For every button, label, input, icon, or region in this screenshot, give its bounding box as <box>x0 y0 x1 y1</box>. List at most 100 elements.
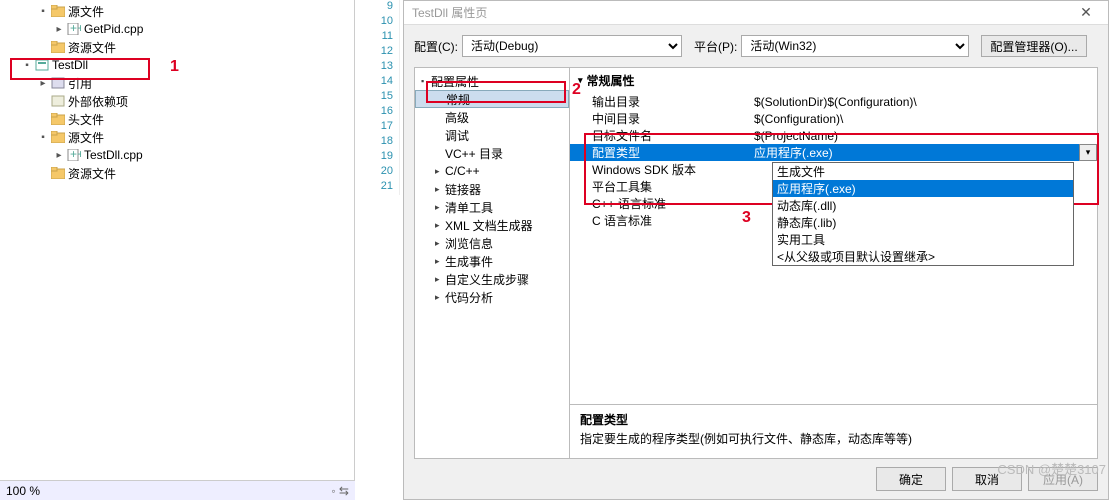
config-bar: 配置(C): 活动(Debug) 平台(P): 活动(Win32) 配置管理器(… <box>404 25 1108 67</box>
dropdown-option[interactable]: 实用工具 <box>773 231 1073 248</box>
desc-text: 指定要生成的程序类型(例如可执行文件、静态库，动态库等等) <box>580 430 1087 447</box>
section-header: ▾ 常规属性 <box>570 68 1097 93</box>
ext-icon <box>50 94 66 108</box>
tree-label: 源文件 <box>68 3 104 20</box>
config-select[interactable]: 活动(Debug) <box>462 35 682 57</box>
tree-node[interactable]: 资源文件 <box>0 164 354 182</box>
dropdown-option[interactable]: <从父级或项目默认设置继承> <box>773 248 1073 265</box>
ok-button[interactable]: 确定 <box>876 467 946 491</box>
annotation-2: 2 <box>572 81 581 99</box>
nav-label: 浏览信息 <box>445 235 493 252</box>
nav-item[interactable]: VC++ 目录 <box>415 144 569 162</box>
nav-label: C/C++ <box>445 164 480 178</box>
cpp-icon: ++ <box>66 22 82 36</box>
dialog-body: ▪配置属性常规高级调试VC++ 目录▸C/C++▸链接器▸清单工具▸XML 文档… <box>414 67 1098 459</box>
tree-label: GetPid.cpp <box>84 22 143 36</box>
tree-label: 源文件 <box>68 129 104 146</box>
folder-icon <box>50 166 66 180</box>
cpp-icon: ++ <box>66 148 82 162</box>
folder-icon <box>50 4 66 18</box>
tree-label: 资源文件 <box>68 39 116 56</box>
prop-key: 输出目录 <box>570 93 750 110</box>
nav-label: 自定义生成步骤 <box>445 271 529 288</box>
close-icon[interactable]: ✕ <box>1072 4 1100 21</box>
nav-item[interactable]: ▸自定义生成步骤 <box>415 270 569 288</box>
tree-node[interactable]: 头文件 <box>0 110 354 128</box>
config-manager-button[interactable]: 配置管理器(O)... <box>981 35 1086 57</box>
section-title: 常规属性 <box>587 72 635 89</box>
nav-label: 高级 <box>445 109 469 126</box>
nav-item[interactable]: ▸XML 文档生成器 <box>415 216 569 234</box>
line-number: 15 <box>370 90 399 105</box>
property-pages-dialog: TestDll 属性页 ✕ 配置(C): 活动(Debug) 平台(P): 活动… <box>403 0 1109 500</box>
config-label: 配置(C): <box>414 38 458 55</box>
line-number: 9 <box>370 0 399 15</box>
solution-explorer: ▪源文件▸++GetPid.cpp资源文件▪TestDll▸引用外部依赖项头文件… <box>0 0 355 500</box>
dropdown-option[interactable]: 应用程序(.exe) <box>773 180 1073 197</box>
prop-value[interactable]: $(SolutionDir)$(Configuration)\ <box>750 95 1097 109</box>
platform-label: 平台(P): <box>694 38 737 55</box>
dropdown-option[interactable]: 静态库(.lib) <box>773 214 1073 231</box>
line-number: 12 <box>370 45 399 60</box>
line-number: 19 <box>370 150 399 165</box>
property-panel: ▾ 常规属性 输出目录$(SolutionDir)$(Configuration… <box>570 68 1097 458</box>
line-number: 14 <box>370 75 399 90</box>
solution-tree[interactable]: ▪源文件▸++GetPid.cpp资源文件▪TestDll▸引用外部依赖项头文件… <box>0 0 354 182</box>
highlight-2 <box>426 81 566 103</box>
svg-text:++: ++ <box>70 149 81 161</box>
tree-node[interactable]: ▪源文件 <box>0 128 354 146</box>
folder-icon <box>50 130 66 144</box>
highlight-1 <box>10 58 150 80</box>
tree-label: 头文件 <box>68 111 104 128</box>
nav-item[interactable]: ▸代码分析 <box>415 288 569 306</box>
status-bar: 100 % ◦ ⇆ <box>0 480 355 500</box>
nav-item[interactable]: 调试 <box>415 126 569 144</box>
watermark: CSDN @楚楚3107 <box>997 459 1106 478</box>
nav-item[interactable]: ▸链接器 <box>415 180 569 198</box>
nav-tree[interactable]: ▪配置属性常规高级调试VC++ 目录▸C/C++▸链接器▸清单工具▸XML 文档… <box>415 68 570 458</box>
nav-item[interactable]: ▸浏览信息 <box>415 234 569 252</box>
status-icons: ◦ ⇆ <box>331 484 349 498</box>
nav-label: 代码分析 <box>445 289 493 306</box>
nav-item[interactable]: 高级 <box>415 108 569 126</box>
config-type-dropdown[interactable]: 生成文件应用程序(.exe)动态库(.dll)静态库(.lib)实用工具<从父级… <box>772 162 1074 266</box>
tree-label: 资源文件 <box>68 165 116 182</box>
line-number-gutter: 9101112131415161718192021 <box>370 0 400 195</box>
dialog-title: TestDll 属性页 <box>412 4 487 21</box>
prop-value[interactable]: $(Configuration)\ <box>750 112 1097 126</box>
annotation-3: 3 <box>742 209 751 227</box>
tree-label: 外部依赖项 <box>68 93 128 110</box>
nav-item[interactable]: ▸生成事件 <box>415 252 569 270</box>
prop-key: 中间目录 <box>570 110 750 127</box>
line-number: 13 <box>370 60 399 75</box>
tree-node[interactable]: 资源文件 <box>0 38 354 56</box>
line-number: 21 <box>370 180 399 195</box>
property-row[interactable]: 中间目录$(Configuration)\ <box>570 110 1097 127</box>
tree-node[interactable]: ▸++TestDll.cpp <box>0 146 354 164</box>
description-pane: 配置类型 指定要生成的程序类型(例如可执行文件、静态库，动态库等等) <box>570 404 1097 458</box>
prop-key: C 语言标准 <box>570 212 750 229</box>
dropdown-option[interactable]: 生成文件 <box>773 163 1073 180</box>
nav-item[interactable]: ▸清单工具 <box>415 198 569 216</box>
folder-icon <box>50 40 66 54</box>
tree-label: TestDll.cpp <box>84 148 143 162</box>
line-number: 17 <box>370 120 399 135</box>
nav-label: 调试 <box>445 127 469 144</box>
nav-item[interactable]: ▸C/C++ <box>415 162 569 180</box>
desc-title: 配置类型 <box>580 411 1087 428</box>
svg-text:++: ++ <box>70 23 81 35</box>
platform-select[interactable]: 活动(Win32) <box>741 35 969 57</box>
line-number: 11 <box>370 30 399 45</box>
line-number: 16 <box>370 105 399 120</box>
dropdown-option[interactable]: 动态库(.dll) <box>773 197 1073 214</box>
property-row[interactable]: 输出目录$(SolutionDir)$(Configuration)\ <box>570 93 1097 110</box>
line-number: 18 <box>370 135 399 150</box>
folder-icon <box>50 112 66 126</box>
dialog-titlebar[interactable]: TestDll 属性页 ✕ <box>404 1 1108 25</box>
line-number: 20 <box>370 165 399 180</box>
line-number: 10 <box>370 15 399 30</box>
tree-node[interactable]: ▪源文件 <box>0 2 354 20</box>
tree-node[interactable]: ▸++GetPid.cpp <box>0 20 354 38</box>
tree-node[interactable]: 外部依赖项 <box>0 92 354 110</box>
nav-label: 清单工具 <box>445 199 493 216</box>
